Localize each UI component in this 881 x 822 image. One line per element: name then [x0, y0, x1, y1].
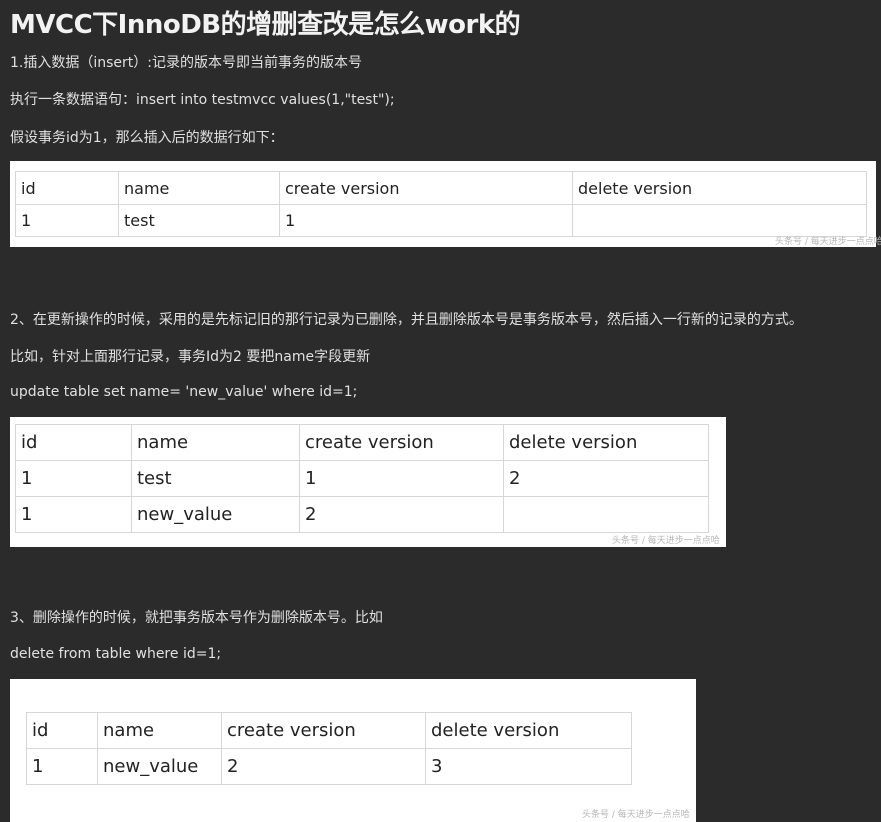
- section-1-heading: 1.插入数据（insert）:记录的版本号即当前事务的版本号: [10, 55, 362, 71]
- section-2-statement: update table set name= 'new_value' where…: [10, 384, 358, 400]
- cell-name: test: [131, 460, 300, 497]
- cell-create-version: 2: [221, 748, 426, 785]
- cell-id: 1: [15, 496, 132, 533]
- cell-name: test: [118, 204, 280, 237]
- cell-name: new_value: [131, 496, 300, 533]
- header-name: name: [131, 424, 300, 461]
- cell-name: new_value: [97, 748, 222, 785]
- cell-delete-version: [503, 496, 709, 533]
- table-1-header-row: id name create version delete version: [15, 171, 867, 205]
- table-2-header-row: id name create version delete version: [15, 424, 709, 461]
- cell-delete-version: [572, 204, 867, 237]
- section-3-statement: delete from table where id=1;: [10, 646, 222, 662]
- cell-delete-version: 2: [503, 460, 709, 497]
- watermark: 头条号 / 每天进步一点点哈: [775, 237, 881, 247]
- header-delete-version: delete version: [572, 171, 867, 205]
- header-id: id: [15, 171, 119, 205]
- cell-id: 1: [15, 460, 132, 497]
- section-2-heading: 2、在更新操作的时候，采用的是先标记旧的那行记录为已删除，并且删除版本号是事务版…: [10, 312, 803, 328]
- watermark: 头条号 / 每天进步一点点哈: [612, 536, 720, 546]
- cell-create-version: 2: [299, 496, 504, 533]
- cell-id: 1: [26, 748, 98, 785]
- header-create-version: create version: [299, 424, 504, 461]
- header-delete-version: delete version: [503, 424, 709, 461]
- cell-delete-version: 3: [425, 748, 632, 785]
- table-row: 1 new_value 2: [15, 496, 709, 533]
- watermark: 头条号 / 每天进步一点点哈: [582, 810, 690, 820]
- table-row: 1 test 1: [15, 204, 867, 237]
- header-id: id: [26, 712, 98, 749]
- section-3-heading: 3、删除操作的时候，就把事务版本号作为删除版本号。比如: [10, 610, 383, 626]
- table-3-panel: id name create version delete version 1 …: [10, 679, 696, 822]
- cell-create-version: 1: [299, 460, 504, 497]
- section-1-statement: 执行一条数据语句：insert into testmvcc values(1,"…: [10, 92, 395, 108]
- header-create-version: create version: [221, 712, 426, 749]
- cell-id: 1: [15, 204, 119, 237]
- table-2: id name create version delete version 1 …: [15, 424, 709, 533]
- header-name: name: [97, 712, 222, 749]
- header-create-version: create version: [279, 171, 573, 205]
- table-row: 1 test 1 2: [15, 460, 709, 497]
- table-3-header-row: id name create version delete version: [26, 712, 632, 749]
- header-name: name: [118, 171, 280, 205]
- page-title: MVCC下InnoDB的增删查改是怎么work的: [10, 10, 521, 40]
- section-1-assumption: 假设事务id为1，那么插入后的数据行如下：: [10, 130, 284, 146]
- header-delete-version: delete version: [425, 712, 632, 749]
- table-row: 1 new_value 2 3: [26, 748, 632, 785]
- section-2-example: 比如，针对上面那行记录，事务Id为2 要把name字段更新: [10, 349, 371, 365]
- cell-create-version: 1: [279, 204, 573, 237]
- table-1-panel: id name create version delete version 1 …: [10, 161, 881, 247]
- table-1: id name create version delete version 1 …: [15, 171, 867, 237]
- table-3: id name create version delete version 1 …: [26, 712, 632, 785]
- table-2-panel: id name create version delete version 1 …: [10, 417, 726, 547]
- header-id: id: [15, 424, 132, 461]
